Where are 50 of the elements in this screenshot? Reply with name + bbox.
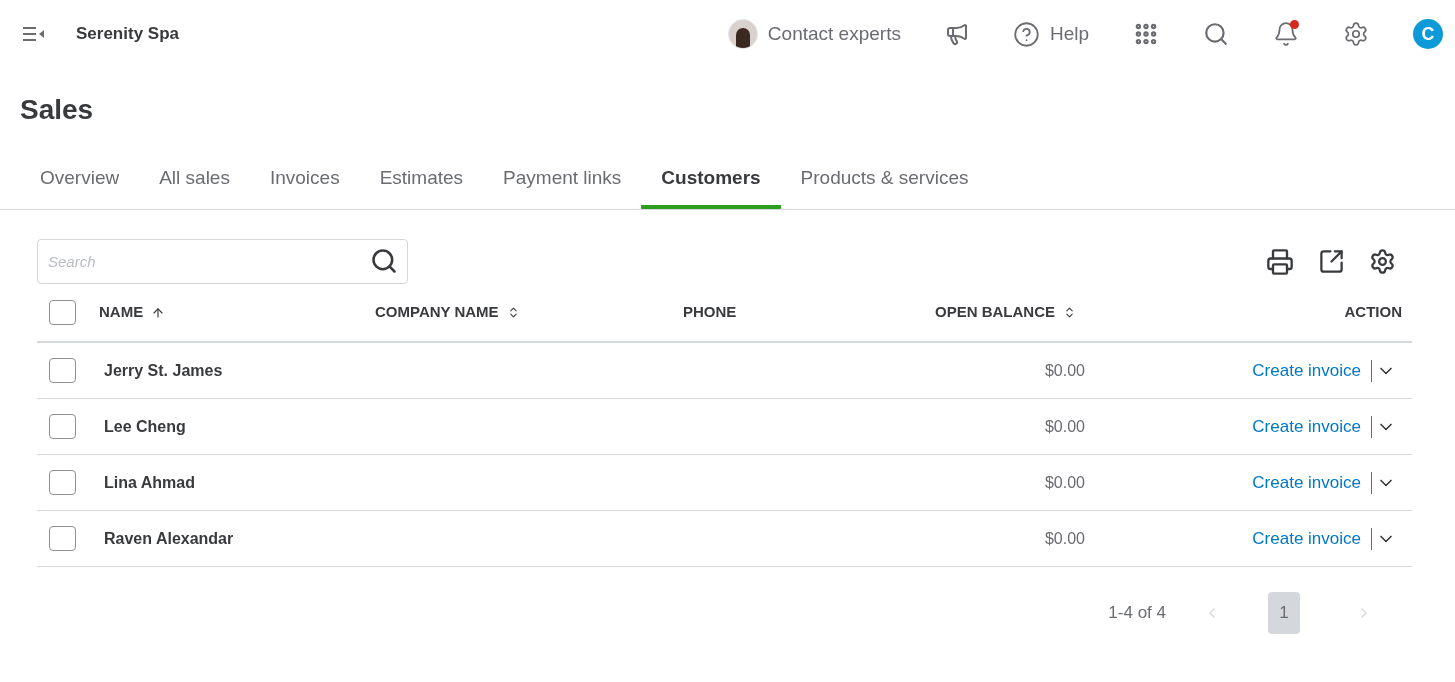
search-field[interactable]: Search — [37, 239, 408, 284]
avatar-icon — [727, 19, 758, 49]
checkbox[interactable] — [49, 300, 76, 325]
tab[interactable]: Products & services — [780, 152, 989, 209]
column-header[interactable]: COMPANY NAME — [375, 301, 499, 324]
checkbox[interactable] — [49, 470, 76, 495]
checkbox[interactable] — [49, 526, 76, 551]
notifications-icon[interactable] — [1273, 21, 1299, 47]
checkbox[interactable] — [49, 414, 76, 439]
sort-ascending-icon[interactable] — [151, 305, 166, 320]
create-invoice-link[interactable]: Create invoice — [1252, 469, 1361, 496]
customer-name[interactable]: Lina Ahmad — [104, 473, 195, 491]
sort-icon[interactable] — [1063, 306, 1076, 319]
column-header: PHONE — [683, 302, 737, 323]
search-icon[interactable] — [370, 247, 398, 275]
search-icon[interactable] — [1203, 21, 1229, 47]
create-invoice-link[interactable]: Create invoice — [1252, 357, 1361, 384]
tab[interactable]: Payment links — [483, 152, 642, 209]
pagination-range: 1-4 of 4 — [1108, 602, 1166, 625]
tab[interactable]: Customers — [641, 152, 781, 209]
checkbox[interactable] — [49, 358, 76, 383]
user-avatar[interactable]: C — [1413, 19, 1443, 49]
create-invoice-link[interactable]: Create invoice — [1252, 525, 1361, 552]
customer-name[interactable]: Lee Cheng — [104, 417, 186, 435]
tab[interactable]: Invoices — [249, 152, 360, 209]
company-name: Serenity Spa — [76, 23, 179, 46]
page-button[interactable]: 1 — [1268, 592, 1300, 634]
help-button[interactable]: Help — [1012, 19, 1089, 49]
open-balance: $0.00 — [1044, 361, 1085, 379]
customer-name[interactable]: Raven Alexandar — [104, 529, 234, 547]
column-header: ACTION — [1344, 302, 1402, 323]
create-invoice-link[interactable]: Create invoice — [1252, 413, 1361, 440]
open-balance: $0.00 — [1044, 529, 1085, 547]
open-balance: $0.00 — [1044, 473, 1085, 491]
megaphone-icon[interactable] — [944, 22, 969, 46]
apps-icon[interactable] — [1133, 21, 1159, 47]
tab[interactable]: All sales — [139, 152, 250, 209]
help-icon — [1012, 20, 1040, 48]
page-title: Sales — [20, 93, 94, 127]
export-icon[interactable] — [1318, 248, 1345, 275]
settings-icon[interactable] — [1369, 248, 1396, 275]
open-balance: $0.00 — [1044, 417, 1085, 435]
tab[interactable]: Overview — [20, 152, 140, 209]
contact-experts-button[interactable]: Contact experts — [727, 19, 901, 49]
settings-icon[interactable] — [1343, 21, 1369, 47]
customer-name[interactable]: Jerry St. James — [104, 361, 223, 379]
tab[interactable]: Estimates — [359, 152, 484, 209]
column-header[interactable]: NAME — [99, 301, 144, 324]
print-icon[interactable] — [1266, 247, 1294, 276]
column-header[interactable]: OPEN BALANCE — [935, 301, 1055, 324]
